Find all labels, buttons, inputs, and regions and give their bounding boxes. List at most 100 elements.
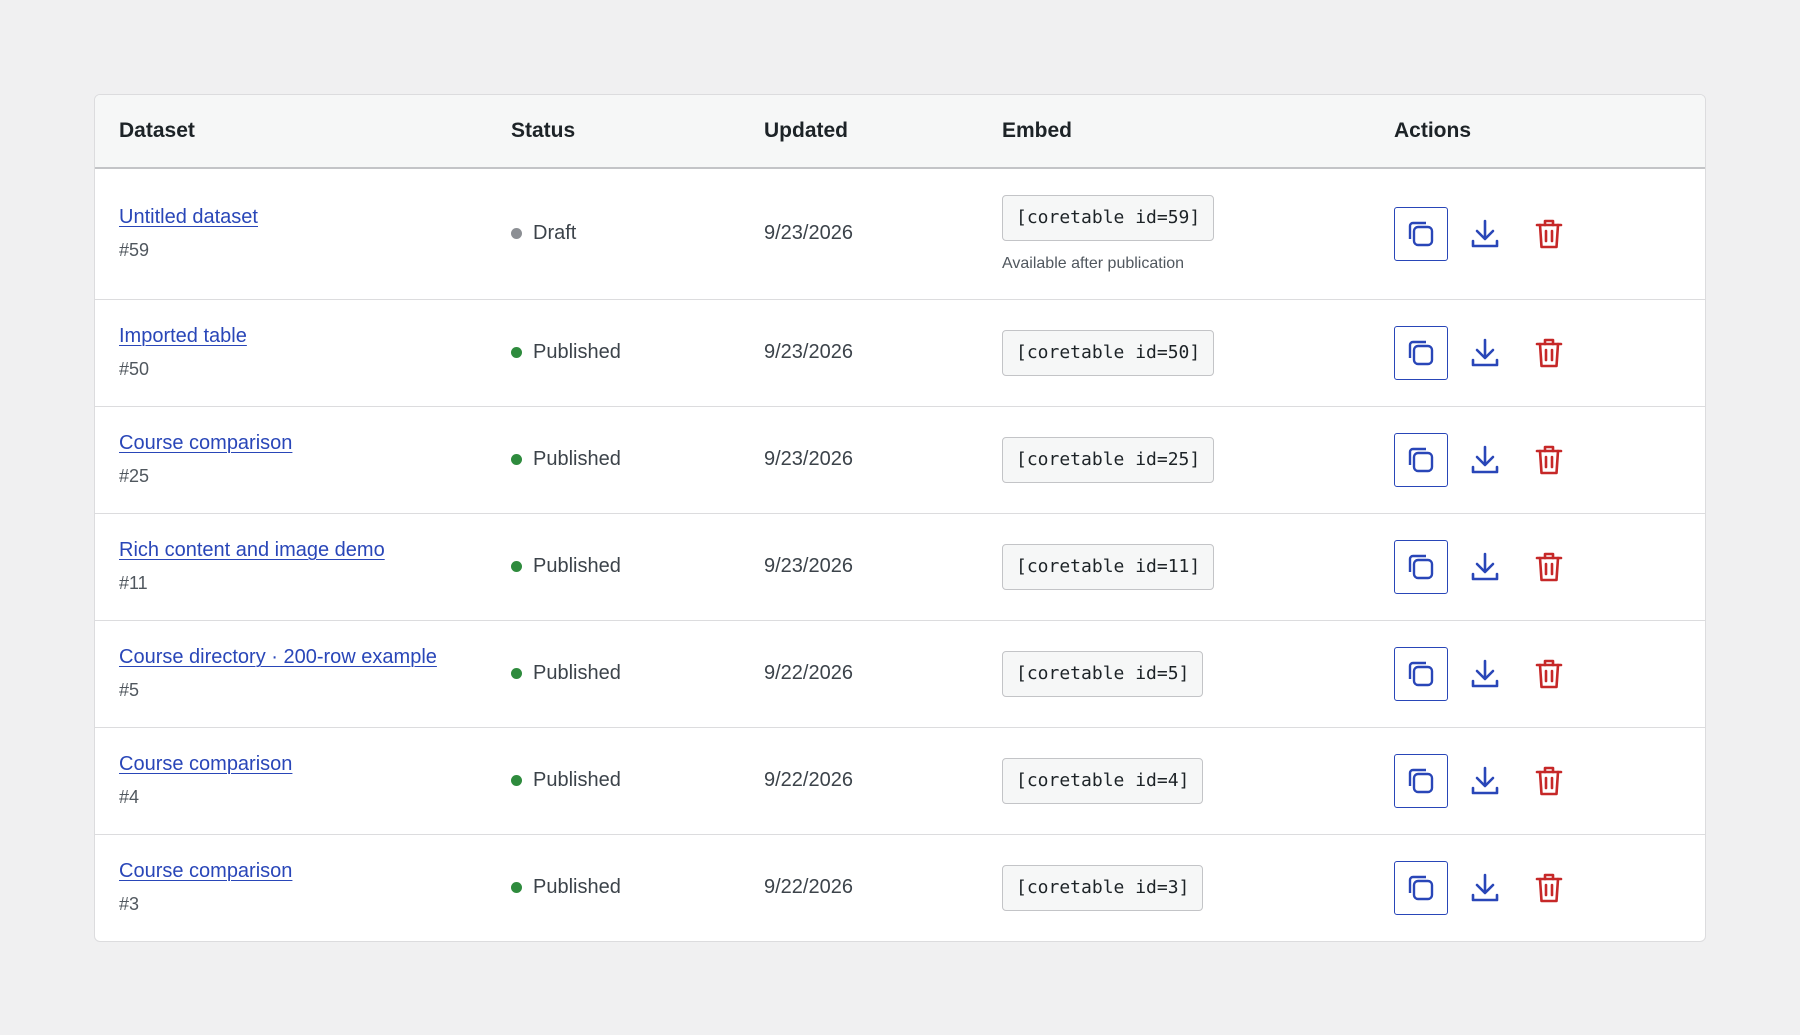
updated-cell: 9/23/2026 xyxy=(740,299,978,406)
download-icon xyxy=(1471,766,1499,794)
updated-date: 9/23/2026 xyxy=(764,448,853,470)
delete-button[interactable] xyxy=(1522,326,1576,380)
row-actions xyxy=(1394,539,1705,594)
header-actions: Actions xyxy=(1370,95,1705,169)
dataset-id: #11 xyxy=(119,573,148,593)
status-label: Published xyxy=(533,555,621,577)
status-dot xyxy=(511,228,522,240)
updated-date: 9/23/2026 xyxy=(764,222,853,245)
copy-button[interactable] xyxy=(1394,206,1448,261)
row-actions xyxy=(1394,646,1705,701)
header-updated[interactable]: Updated xyxy=(740,95,978,169)
trash-icon xyxy=(1535,445,1563,474)
dataset-cell: Course directory · 200-row example #5 xyxy=(95,620,487,727)
copy-button[interactable] xyxy=(1394,860,1448,915)
embed-cell: [coretable id=3] xyxy=(978,834,1370,941)
download-button[interactable] xyxy=(1458,754,1512,808)
status-cell: Published xyxy=(487,299,740,406)
download-icon xyxy=(1471,445,1499,473)
embed-shortcode[interactable]: [coretable id=3] xyxy=(1002,864,1204,911)
delete-button[interactable] xyxy=(1522,754,1576,808)
datasets-table-card: Dataset Status Updated Embed Actions Unt… xyxy=(94,94,1706,942)
header-embed: Embed xyxy=(978,95,1370,169)
table-row: Untitled dataset #59 Draft 9/23/2026 [co… xyxy=(95,168,1705,299)
delete-button[interactable] xyxy=(1522,540,1576,594)
dataset-name-link[interactable]: Course directory · 200-row example xyxy=(119,646,437,669)
delete-button[interactable] xyxy=(1522,647,1576,701)
actions-cell xyxy=(1370,834,1705,941)
trash-icon xyxy=(1535,219,1563,249)
download-icon xyxy=(1471,659,1499,687)
header-dataset[interactable]: Dataset xyxy=(95,95,487,169)
copy-button[interactable] xyxy=(1394,432,1448,487)
embed-shortcode[interactable]: [coretable id=25] xyxy=(1002,436,1215,483)
copy-button[interactable] xyxy=(1394,325,1448,380)
actions-cell xyxy=(1370,513,1705,620)
dataset-name-link[interactable]: Course comparison xyxy=(119,753,292,776)
download-button[interactable] xyxy=(1458,861,1512,915)
table-row: Rich content and image demo #11 Publishe… xyxy=(95,513,1705,620)
table-header: Dataset Status Updated Embed Actions xyxy=(95,95,1705,169)
delete-button[interactable] xyxy=(1522,207,1576,261)
embed-shortcode[interactable]: [coretable id=59] xyxy=(1002,194,1215,241)
status-badge: Draft xyxy=(511,222,740,245)
table-row: Imported table #50 Published 9/23/2026 [… xyxy=(95,299,1705,406)
copy-button[interactable] xyxy=(1394,539,1448,594)
dataset-name-link[interactable]: Course comparison xyxy=(119,860,292,883)
status-dot xyxy=(511,347,522,358)
download-button[interactable] xyxy=(1458,433,1512,487)
row-actions xyxy=(1394,860,1705,915)
download-button[interactable] xyxy=(1458,540,1512,594)
delete-button[interactable] xyxy=(1522,861,1576,915)
download-button[interactable] xyxy=(1458,647,1512,701)
status-badge: Published xyxy=(511,341,740,364)
copy-icon xyxy=(1408,661,1434,686)
download-button[interactable] xyxy=(1458,207,1512,261)
copy-icon xyxy=(1408,875,1434,900)
status-dot xyxy=(511,454,522,465)
copy-button[interactable] xyxy=(1394,646,1448,701)
dataset-name-link[interactable]: Course comparison xyxy=(119,432,292,455)
embed-shortcode[interactable]: [coretable id=5] xyxy=(1002,650,1204,697)
trash-icon xyxy=(1535,338,1563,367)
download-icon xyxy=(1471,338,1499,366)
updated-cell: 9/22/2026 xyxy=(740,620,978,727)
dataset-name-link[interactable]: Untitled dataset xyxy=(119,206,258,229)
delete-button[interactable] xyxy=(1522,433,1576,487)
status-label: Published xyxy=(533,448,621,470)
row-actions xyxy=(1394,432,1705,487)
status-dot xyxy=(511,882,522,894)
embed-shortcode[interactable]: [coretable id=4] xyxy=(1002,757,1204,804)
status-dot xyxy=(511,775,522,786)
status-cell: Published xyxy=(487,834,740,941)
header-status[interactable]: Status xyxy=(487,95,740,169)
table-row: Course comparison #4 Published 9/22/2026… xyxy=(95,727,1705,834)
dataset-name-link[interactable]: Imported table xyxy=(119,325,247,348)
dataset-name-link[interactable]: Rich content and image demo xyxy=(119,539,385,562)
status-label: Published xyxy=(533,876,621,899)
embed-shortcode[interactable]: [coretable id=11] xyxy=(1002,543,1215,590)
updated-date: 9/22/2026 xyxy=(764,769,853,791)
status-label: Draft xyxy=(533,222,577,245)
download-button[interactable] xyxy=(1458,326,1512,380)
status-label: Published xyxy=(533,341,621,363)
download-icon xyxy=(1471,219,1499,248)
updated-date: 9/23/2026 xyxy=(764,555,853,577)
embed-cell: [coretable id=50] xyxy=(978,299,1370,406)
embed-cell: [coretable id=5] xyxy=(978,620,1370,727)
status-badge: Published xyxy=(511,448,740,471)
row-actions xyxy=(1394,206,1705,261)
row-actions xyxy=(1394,753,1705,808)
actions-cell xyxy=(1370,299,1705,406)
dataset-id: #25 xyxy=(119,466,150,486)
dataset-id: #4 xyxy=(119,787,140,807)
copy-button[interactable] xyxy=(1394,753,1448,808)
status-cell: Draft xyxy=(487,168,740,299)
dataset-cell: Course comparison #4 xyxy=(95,727,487,834)
copy-icon xyxy=(1408,768,1434,793)
table-body: Untitled dataset #59 Draft 9/23/2026 [co… xyxy=(95,168,1705,941)
actions-cell xyxy=(1370,168,1705,299)
updated-cell: 9/22/2026 xyxy=(740,834,978,941)
trash-icon xyxy=(1535,766,1563,795)
embed-shortcode[interactable]: [coretable id=50] xyxy=(1002,329,1215,376)
